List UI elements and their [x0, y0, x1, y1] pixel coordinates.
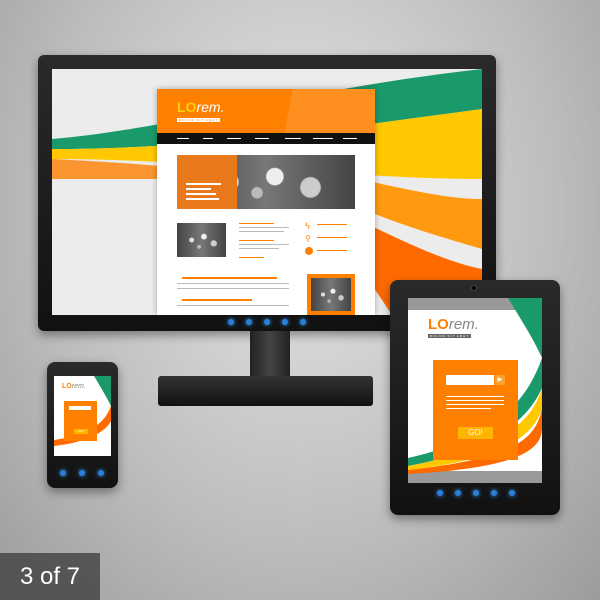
tablet-screen: LOrem. DOLOR SIT AMET ▶ GO!	[408, 298, 542, 483]
search-icon[interactable]	[509, 490, 515, 496]
tagline: DOLOR SIT AMET	[428, 334, 472, 338]
logo: LOrem.	[428, 316, 479, 333]
text-input[interactable]	[69, 406, 91, 410]
settings-icon[interactable]	[264, 319, 270, 325]
window-icon[interactable]	[98, 470, 104, 476]
logo: LOrem.	[62, 383, 86, 390]
window-icon[interactable]	[491, 490, 497, 496]
search-icon[interactable]	[300, 319, 306, 325]
camera	[471, 285, 477, 291]
submit-arrow-button[interactable]: ▶	[495, 375, 505, 385]
web-page: LOrem. DOLOR SIT AMET ϟ ⚲	[157, 89, 375, 315]
tablet: LOrem. DOLOR SIT AMET ▶ GO!	[390, 280, 560, 515]
home-icon[interactable]	[79, 470, 85, 476]
back-icon[interactable]	[60, 470, 66, 476]
promo-box[interactable]	[307, 274, 355, 315]
phone: LOrem. GO!	[47, 362, 118, 488]
monitor-stand-base	[158, 376, 373, 406]
lightning-icon: ϟ	[305, 221, 310, 231]
text-input[interactable]	[446, 375, 494, 385]
nav-bar[interactable]	[157, 133, 375, 144]
back-icon[interactable]	[228, 319, 234, 325]
globe-icon	[305, 247, 313, 255]
page-header: LOrem. DOLOR SIT AMET	[157, 89, 375, 133]
tagline: DOLOR SIT AMET	[177, 118, 221, 122]
monitor-stand-neck	[250, 331, 290, 379]
phone-screen: LOrem. GO!	[54, 376, 111, 456]
search-icon: ⚲	[305, 234, 311, 243]
go-button[interactable]: GO!	[74, 429, 88, 434]
home-icon[interactable]	[455, 490, 461, 496]
login-panel: ▶ GO!	[433, 360, 518, 460]
hero-banner[interactable]	[177, 155, 355, 209]
gallery-counter: 3 of 7	[0, 553, 100, 600]
go-button[interactable]: GO!	[458, 427, 493, 439]
thumbnail-image[interactable]	[177, 223, 226, 257]
settings-icon[interactable]	[473, 490, 479, 496]
login-panel: GO!	[64, 401, 97, 441]
home-icon[interactable]	[246, 319, 252, 325]
monitor-screen: LOrem. DOLOR SIT AMET ϟ ⚲	[52, 69, 482, 315]
window-icon[interactable]	[282, 319, 288, 325]
logo: LOrem.	[177, 99, 225, 115]
back-icon[interactable]	[437, 490, 443, 496]
